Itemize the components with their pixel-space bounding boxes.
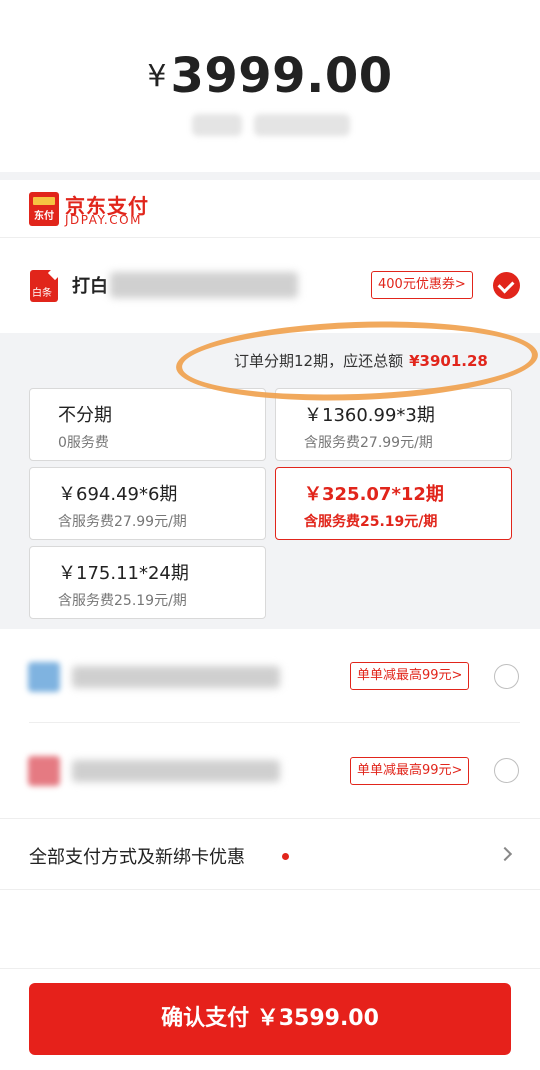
jdpay-brand-domain: JDPAY.COM	[65, 213, 142, 227]
baitiao-icon: 白条	[30, 270, 58, 302]
option-title: ￥1360.99*3期	[304, 405, 435, 426]
option-fee: 0服务费	[58, 435, 109, 451]
order-amount: ¥3999.00	[0, 48, 540, 104]
promo-tag[interactable]: 单单减最高99元>	[350, 757, 470, 785]
section-gap	[0, 172, 540, 180]
amount-value: 3999.00	[170, 48, 393, 104]
jdpay-logo-icon: 东付	[29, 192, 59, 226]
bank-card-icon	[28, 662, 60, 692]
notification-dot-icon	[282, 853, 289, 860]
chevron-right-icon	[497, 846, 513, 862]
all-methods-label: 全部支付方式及新绑卡优惠	[29, 847, 245, 868]
baitiao-icon-text: 白条	[32, 288, 52, 299]
all-payment-methods-row[interactable]: 全部支付方式及新绑卡优惠	[0, 818, 540, 890]
option-title: ￥325.07*12期	[304, 484, 444, 505]
installment-option-selected[interactable]: ￥325.07*12期含服务费25.19元/期	[275, 467, 512, 540]
confirm-pay-button[interactable]: 确认支付 ￥3599.00	[29, 983, 511, 1055]
blurred-merchant-info	[192, 114, 242, 136]
bank-card-icon	[28, 756, 60, 786]
blurred-method-name	[72, 666, 280, 688]
option-title: ￥175.11*24期	[58, 563, 189, 584]
option-title: 不分期	[58, 405, 112, 426]
installment-option[interactable]: ￥175.11*24期含服务费25.19元/期	[29, 546, 266, 619]
option-fee: 含服务费27.99元/期	[58, 514, 187, 530]
installment-option[interactable]: 不分期 0服务费	[29, 388, 266, 461]
coupon-tag[interactable]: 400元优惠券>	[371, 271, 473, 299]
blurred-merchant-info	[254, 114, 350, 136]
promo-tag[interactable]: 单单减最高99元>	[350, 662, 470, 690]
blurred-method-name	[110, 272, 298, 298]
blurred-method-name	[72, 760, 280, 782]
selected-check-icon[interactable]	[493, 272, 520, 299]
jdpay-logo-text: 东付	[34, 211, 54, 222]
option-fee: 含服务费25.19元/期	[304, 514, 438, 530]
radio-button[interactable]	[494, 758, 519, 783]
baitiao-name: 打白	[72, 276, 108, 297]
currency-symbol: ¥	[147, 59, 167, 94]
option-fee: 含服务费25.19元/期	[58, 593, 187, 609]
installment-option[interactable]: ￥694.49*6期含服务费27.99元/期	[29, 467, 266, 540]
radio-button[interactable]	[494, 664, 519, 689]
option-title: ￥694.49*6期	[58, 484, 178, 505]
option-fee: 含服务费27.99元/期	[304, 435, 433, 451]
